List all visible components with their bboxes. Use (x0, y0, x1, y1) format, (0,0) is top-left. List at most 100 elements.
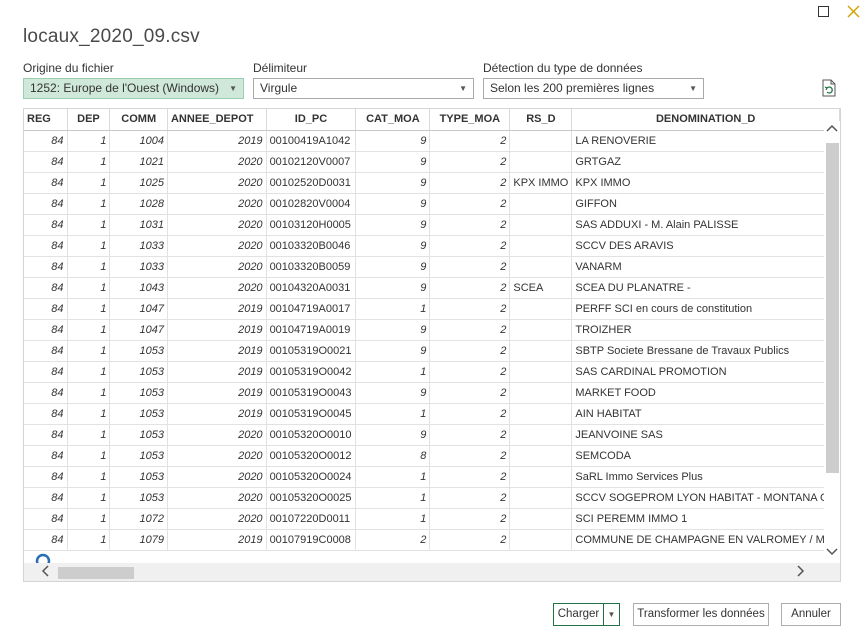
table-cell: 1 (67, 319, 111, 341)
delimiter-value: Virgule (260, 81, 298, 95)
table-cell: 1033 (109, 235, 168, 257)
table-cell: 9 (355, 172, 431, 194)
table-cell: 1 (67, 382, 111, 404)
table-cell: 84 (24, 361, 68, 383)
column-header[interactable]: RS_D (509, 109, 573, 131)
table-row: 84 1 1033 2020 00103320B0059 9 2 VANARM (24, 256, 840, 278)
table-row: 84 1 1004 2019 00100419A1042 9 2 LA RENOVERIE (24, 130, 840, 152)
table-cell: 1 (67, 256, 111, 278)
refresh-preview-button[interactable] (820, 79, 838, 102)
table-cell: 2 (429, 340, 511, 362)
close-button[interactable] (843, 2, 863, 20)
column-header[interactable]: COMM (109, 109, 168, 131)
cancel-button[interactable]: Annuler (781, 603, 841, 626)
table-cell: 1033 (109, 256, 168, 278)
delimiter-dropdown[interactable]: Virgule ▼ (253, 78, 474, 99)
table-cell: SEMCODA (571, 445, 840, 467)
table-cell: 00105319O0045 (266, 403, 357, 425)
table-cell: 2020 (167, 508, 267, 530)
table-cell (509, 151, 573, 173)
transform-data-button[interactable]: Transformer les données (633, 603, 769, 626)
vertical-scroll-thumb[interactable] (826, 143, 839, 473)
column-header[interactable]: TYPE_MOA (429, 109, 511, 131)
table-row: 84 1 1021 2020 00102120V0007 9 2 GRTGAZ (24, 151, 840, 173)
table-cell: 2019 (167, 340, 267, 362)
detection-dropdown[interactable]: Selon les 200 premières lignes ▼ (483, 78, 704, 99)
maximize-button[interactable] (813, 2, 833, 20)
table-cell: 84 (24, 193, 68, 215)
table-cell: 2019 (167, 361, 267, 383)
scroll-down-icon[interactable] (826, 547, 838, 559)
chevron-down-icon: ▼ (229, 84, 237, 93)
table-row: 84 1 1053 2020 00105320O0025 1 2 SCCV SOGEPROM … (24, 487, 840, 509)
table-cell: 9 (355, 214, 431, 236)
table-cell: SCEA (509, 277, 573, 299)
horizontal-scroll-thumb[interactable] (58, 567, 134, 579)
table-cell: 00107919C0008 (266, 529, 357, 551)
table-cell: VANARM (571, 256, 840, 278)
column-header[interactable]: CAT_MOA (355, 109, 431, 131)
table-cell: 1053 (109, 424, 168, 446)
column-header[interactable]: DENOMINATION_D (571, 109, 840, 131)
table-cell: 1 (67, 298, 111, 320)
table-cell: 1053 (109, 340, 168, 362)
table-cell: 2020 (167, 172, 267, 194)
scroll-up-icon[interactable] (826, 123, 838, 135)
table-cell: KPX IMMO (571, 172, 840, 194)
table-row: 84 1 1047 2019 00104719A0017 1 2 PERFF SCI en c… (24, 298, 840, 320)
table-row: 84 1 1053 2020 00105320O0012 8 2 SEMCODA (24, 445, 840, 467)
table-cell: 9 (355, 193, 431, 215)
column-header[interactable]: REG (24, 109, 68, 131)
table-cell (509, 298, 573, 320)
table-row: 84 1 1028 2020 00102820V0004 9 2 GIFFON (24, 193, 840, 215)
load-options-button[interactable]: ▼ (603, 603, 620, 626)
table-cell: 00104719A0017 (266, 298, 357, 320)
table-row: 84 1 1025 2020 00102520D0031 9 2 KPX IMMO KPX IM… (24, 172, 840, 194)
table-cell: 2 (429, 256, 511, 278)
table-cell: 1 (67, 130, 111, 152)
table-cell: 1079 (109, 529, 168, 551)
table-row: 84 1 1053 2019 00105319O0045 1 2 AIN HABITAT (24, 403, 840, 425)
column-header[interactable]: ID_PC (266, 109, 357, 131)
detection-value: Selon les 200 premières lignes (490, 81, 655, 95)
loading-spinner-icon (35, 553, 51, 563)
scroll-left-icon[interactable] (40, 565, 50, 580)
table-cell: 84 (24, 277, 68, 299)
table-cell: 84 (24, 403, 68, 425)
table-cell: 2 (429, 487, 511, 509)
table-cell: 2 (429, 529, 511, 551)
table-cell: 2019 (167, 382, 267, 404)
scroll-right-icon[interactable] (796, 565, 806, 580)
column-header[interactable]: ANNEE_DEPOT (167, 109, 267, 131)
table-cell: 1 (67, 172, 111, 194)
preview-table-container: REG DEP COMM ANNEE_DEPOT ID_PC CAT_MOA T… (23, 108, 841, 582)
table-cell: 2 (429, 214, 511, 236)
origin-dropdown[interactable]: 1252: Europe de l'Ouest (Windows) ▼ (23, 78, 244, 99)
table-cell (509, 256, 573, 278)
table-cell: 00103320B0046 (266, 235, 357, 257)
table-cell: 1 (355, 403, 431, 425)
horizontal-scrollbar[interactable] (24, 563, 840, 581)
table-cell: 1053 (109, 382, 168, 404)
table-cell (509, 445, 573, 467)
column-header[interactable]: DEP (67, 109, 111, 131)
table-cell: 8 (355, 445, 431, 467)
table-cell: SCEA DU PLANATRE - (571, 277, 840, 299)
vertical-scrollbar[interactable] (824, 121, 840, 559)
table-cell: 1 (67, 424, 111, 446)
table-cell: 2020 (167, 193, 267, 215)
table-cell: SAS CARDINAL PROMOTION (571, 361, 840, 383)
table-cell: 84 (24, 487, 68, 509)
table-row: 84 1 1047 2019 00104719A0019 9 2 TROIZHER (24, 319, 840, 341)
table-cell: 1 (355, 487, 431, 509)
table-cell: 00103120H0005 (266, 214, 357, 236)
table-cell: 2020 (167, 277, 267, 299)
delimiter-label: Délimiteur (253, 61, 308, 75)
table-cell (509, 340, 573, 362)
load-button[interactable]: Charger (553, 603, 604, 626)
table-cell: 1 (67, 508, 111, 530)
table-cell: 1072 (109, 508, 168, 530)
table-cell: 00104719A0019 (266, 319, 357, 341)
table-cell: 2 (429, 130, 511, 152)
table-cell: 1 (67, 193, 111, 215)
